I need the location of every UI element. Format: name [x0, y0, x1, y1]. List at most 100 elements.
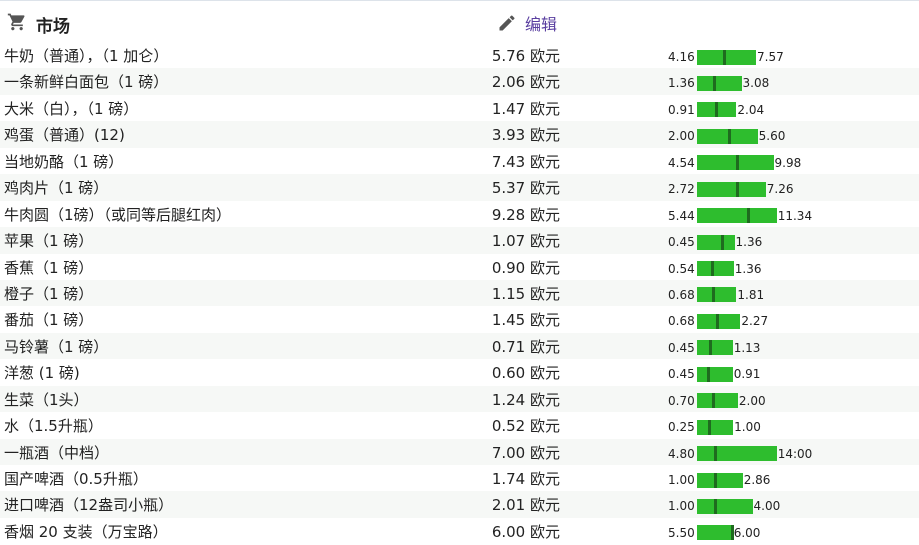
range-high: 7.57 [757, 50, 784, 64]
item-name: 牛奶（普通），（1 加仑） [4, 47, 169, 65]
range-low: 4.16 [668, 50, 695, 64]
item-name: 鸡蛋（普通）(12) [4, 126, 125, 145]
item-price: 0.52 欧元 [491, 417, 560, 436]
table-row: 大米（白），（1 磅） 1.47 欧元 0.91 2.04 [0, 95, 919, 121]
price-range: 0.45 0.91 [668, 366, 760, 382]
price-range: 2.72 7.26 [668, 181, 793, 197]
average-marker [711, 261, 715, 276]
range-high: 0.91 [733, 367, 761, 382]
range-high: 11.34 [777, 208, 813, 223]
price-range: 4.54 9.98 [668, 155, 801, 171]
price-range: 0.70 2.00 [668, 393, 766, 409]
range-bar [696, 155, 774, 171]
average-marker [708, 340, 712, 356]
table-row: 香蕉（1 磅） 0.90 欧元 0.54 1.36 [0, 254, 919, 280]
item-price: 0.90 欧元 [491, 258, 560, 277]
range-low: 2.00 [668, 129, 695, 144]
item-price: 7.00 欧元 [491, 443, 560, 462]
item-price: 1.15 欧元 [491, 284, 560, 303]
item-name: 香烟 20 支装（万宝路） [4, 522, 168, 541]
range-bar [696, 49, 757, 65]
item-name: 一条新鲜白面包（1 磅） [4, 73, 169, 92]
range-bar [696, 75, 742, 91]
range-low: 0.25 [668, 420, 695, 435]
item-name: 橙子（1 磅） [4, 284, 94, 303]
average-marker [714, 498, 717, 514]
price-range: 5.50 6.00 [668, 525, 760, 541]
range-high: 1.00 [734, 420, 761, 435]
item-name: 进口啤酒（12盎司小瓶） [4, 496, 174, 515]
item-name: 香蕉（1 磅） [4, 258, 94, 277]
range-low: 1.00 [668, 499, 695, 514]
table-row: 苹果（1 磅） 1.07 欧元 0.45 1.36 [0, 227, 919, 254]
table-row: 马铃薯（1 磅） 0.71 欧元 0.45 1.13 [0, 332, 919, 360]
item-name: 番茄（1 磅） [4, 311, 94, 330]
price-range: 4.16 7.57 [668, 49, 784, 65]
average-marker [713, 75, 717, 91]
range-bar [696, 419, 734, 435]
item-price: 5.37 欧元 [491, 179, 560, 198]
item-name: 牛肉圆（1磅）（或同等后腿红肉） [4, 205, 232, 224]
item-name: 一瓶酒（中档） [4, 443, 110, 462]
range-bar [696, 393, 738, 409]
range-high: 9.98 [774, 155, 802, 170]
item-name: 水（1.5升瓶） [4, 417, 103, 436]
range-high: 1.13 [733, 340, 761, 355]
price-range: 0.45 1.13 [668, 340, 760, 356]
range-bar [696, 446, 777, 462]
table-row: 鸡蛋（普通）(12) 3.93 欧元 2.00 5.60 [0, 121, 919, 148]
average-marker [714, 102, 718, 118]
price-range: 0.91 2.04 [668, 102, 764, 118]
average-marker [706, 366, 710, 382]
range-bar [696, 340, 733, 356]
average-marker [731, 525, 735, 541]
range-bar [696, 366, 733, 382]
cart-icon [7, 13, 25, 31]
average-marker [723, 49, 727, 65]
range-high: 14:00 [777, 446, 813, 461]
average-marker [735, 181, 739, 197]
average-marker [713, 472, 717, 488]
price-range: 0.68 1.81 [668, 287, 764, 303]
range-low: 0.45 [668, 235, 695, 250]
range-high: 2.04 [737, 102, 765, 117]
range-low: 5.44 [668, 208, 695, 223]
item-name: 大米（白），（1 磅） [4, 99, 139, 118]
range-bar [696, 128, 758, 144]
range-low: 0.45 [668, 367, 695, 382]
range-high: 2.86 [743, 473, 771, 487]
range-high: 6.00 [733, 525, 761, 540]
market-header: 市场 编辑 [0, 0, 919, 42]
range-low: 1.00 [668, 473, 695, 487]
item-name: 马铃薯（1 磅） [4, 337, 109, 356]
range-bar [696, 472, 743, 488]
pencil-icon [499, 15, 515, 31]
range-low: 0.68 [668, 287, 695, 302]
range-high: 4.00 [753, 499, 781, 514]
item-price: 1.24 欧元 [491, 390, 560, 409]
price-range: 2.00 5.60 [668, 128, 785, 144]
range-high: 5.60 [758, 129, 786, 144]
table-row: 一条新鲜白面包（1 磅） 2.06 欧元 1.36 3.08 [0, 68, 919, 95]
range-low: 0.68 [668, 314, 695, 329]
item-price: 9.28 欧元 [491, 205, 560, 224]
range-low: 5.50 [668, 525, 695, 540]
average-marker [711, 287, 715, 303]
page-title: 市场 [36, 17, 70, 37]
item-price: 6.00 欧元 [491, 522, 560, 541]
average-marker [716, 313, 720, 329]
edit-button[interactable]: 编辑 [497, 11, 557, 35]
item-price: 3.93 欧元 [491, 126, 560, 145]
item-price: 2.06 欧元 [491, 73, 560, 92]
range-bar [696, 181, 766, 197]
price-range: 0.68 2.27 [668, 313, 768, 329]
range-bar [696, 525, 735, 541]
range-high: 1.36 [734, 261, 762, 276]
price-range: 0.45 1.36 [668, 234, 762, 250]
range-bar [696, 261, 734, 276]
range-bar [696, 498, 753, 514]
range-high: 1.81 [737, 287, 765, 302]
item-name: 洋葱 (1 磅) [4, 364, 80, 383]
range-bar [696, 208, 777, 224]
range-bar [696, 287, 737, 303]
